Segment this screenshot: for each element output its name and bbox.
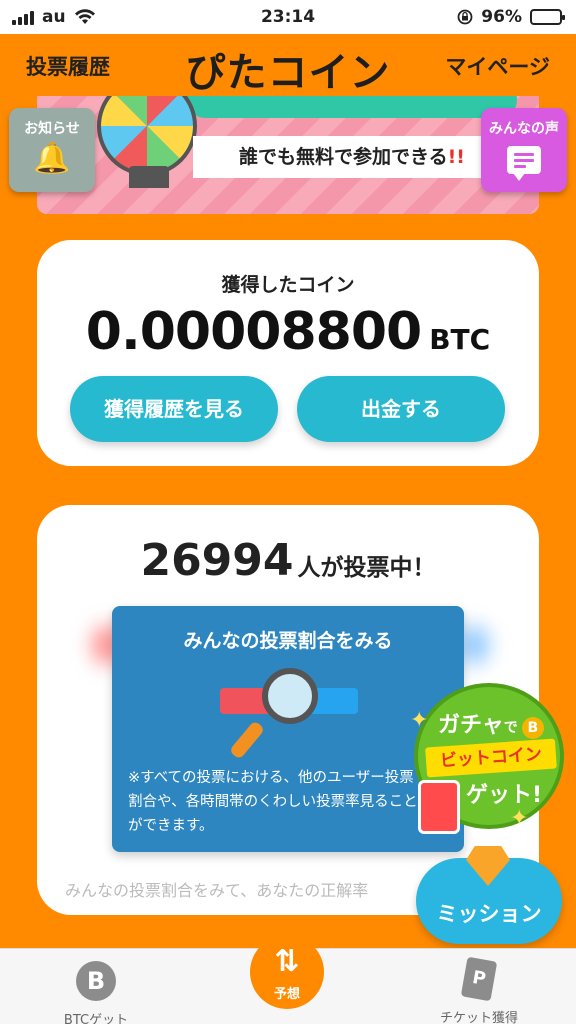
coin-balance-label: 獲得したコイン [221, 274, 355, 296]
battery-percent: 96% [481, 7, 522, 27]
lock-rotation-icon [457, 9, 473, 25]
bitcoin-small-icon: B [521, 717, 544, 739]
status-right: 96% [457, 7, 565, 27]
news-button[interactable]: お知らせ 🔔 [9, 108, 95, 192]
coin-balance-card: 獲得したコイン 0.00008800 BTC 獲得履歴を見る 出金する [37, 240, 539, 466]
swap-arrows-icon: ⇅ [274, 944, 300, 979]
coin-balance-value: 0.00008800 [85, 302, 422, 362]
sparkle-icon: ✦ [510, 806, 529, 831]
bottom-nav: B BTCゲット ⇅ 予想 P チケット獲得 [0, 935, 576, 1024]
news-button-label: お知らせ [24, 121, 80, 137]
nav-btc-get[interactable]: B BTCゲット [50, 949, 142, 1024]
roulette-stand-image [129, 166, 169, 188]
promo-banner[interactable]: 誰でも無料で参加できる!! [37, 96, 539, 214]
gacha-title: ガチャで B [438, 707, 544, 739]
user-voices-button-label: みんなの声 [489, 121, 559, 137]
nav-ticket-get-label: チケット獲得 [439, 1011, 518, 1024]
magnifier-icon [262, 668, 318, 724]
gacha-machine-icon [418, 780, 460, 834]
magnifier-handle [228, 720, 266, 760]
my-page-link[interactable]: マイページ [445, 51, 550, 81]
banner-text: 誰でも無料で参加できる!! [193, 136, 511, 178]
app-header: 投票履歴 ぴたコイン マイページ [0, 34, 576, 96]
banner-emphasis: !! [447, 146, 465, 168]
gem-icon [466, 846, 510, 886]
user-voices-button[interactable]: みんなの声 [481, 108, 567, 192]
ticket-icon: P [460, 956, 498, 1002]
voter-count: 26994 人が投票中！ [37, 535, 539, 586]
vote-footer-text: みんなの投票割合をみて、あなたの正解率 [65, 881, 369, 900]
withdraw-button[interactable]: 出金する [297, 376, 505, 442]
battery-icon [530, 9, 565, 25]
nav-ticket-get[interactable]: P チケット獲得 [420, 949, 538, 1024]
coin-balance-unit: BTC [429, 323, 491, 356]
chat-icon [507, 146, 541, 181]
nav-predict[interactable]: ⇅ 予想 [250, 935, 324, 1009]
bell-icon: 🔔 [33, 141, 71, 176]
bitcoin-icon: B [76, 961, 116, 1001]
gacha-bitcoin-label: ビットコイン [425, 738, 557, 778]
voter-count-suffix: 人が投票中！ [297, 555, 436, 581]
voter-count-number: 26994 [140, 535, 294, 586]
gacha-get-label: ゲット! [466, 783, 543, 808]
mission-button-label: ミッション [436, 902, 542, 926]
earn-history-button[interactable]: 獲得履歴を見る [70, 376, 278, 442]
vote-ratio-description: ※すべての投票における、他のユーザー投票割合や、各時間帯のくわしい投票率見ること… [128, 770, 418, 834]
coin-balance: 0.00008800 BTC [37, 302, 539, 362]
vote-ratio-title: みんなの投票割合をみる [183, 630, 393, 652]
status-bar: au 23:14 96% [0, 0, 576, 34]
sparkle-icon: ✦ [410, 708, 429, 733]
banner-heading-shape [187, 96, 517, 118]
nav-btc-get-label: BTCゲット [63, 1013, 129, 1024]
nav-predict-label: 予想 [273, 987, 300, 1002]
mission-button[interactable]: ミッション [416, 846, 562, 944]
